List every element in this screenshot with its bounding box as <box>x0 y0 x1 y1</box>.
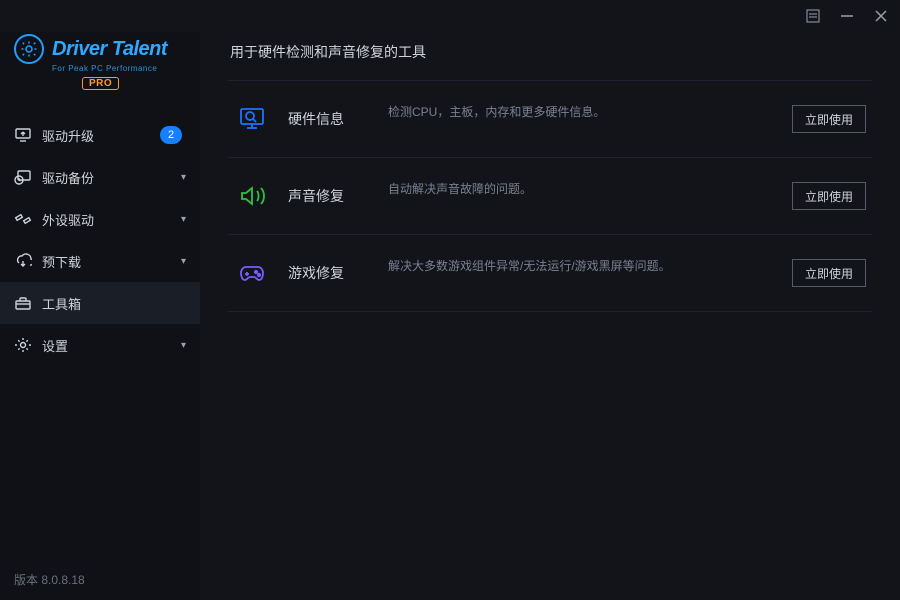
peripheral-icon <box>14 210 32 228</box>
app-name: Driver Talent <box>52 38 167 61</box>
tool-row-game-fix: 游戏修复 解决大多数游戏组件异常/无法运行/游戏黑屏等问题。 立即使用 <box>228 234 872 312</box>
use-now-button[interactable]: 立即使用 <box>792 105 866 133</box>
download-cloud-icon <box>14 252 32 270</box>
version-label: 版本 8.0.8.18 <box>0 559 200 600</box>
tool-name: 游戏修复 <box>288 263 388 283</box>
hardware-info-icon <box>234 101 270 137</box>
chevron-down-icon: ▾ <box>181 340 186 351</box>
toolbox-icon <box>14 294 32 312</box>
chevron-down-icon: ▾ <box>181 172 186 183</box>
use-now-button[interactable]: 立即使用 <box>792 259 866 287</box>
tool-desc: 解决大多数游戏组件异常/无法运行/游戏黑屏等问题。 <box>388 257 792 274</box>
sidebar-item-peripheral[interactable]: 外设驱动 ▾ <box>0 198 200 240</box>
monitor-up-icon <box>14 126 32 144</box>
tool-row-hardware-info: 硬件信息 检测CPU，主板，内存和更多硬件信息。 立即使用 <box>228 80 872 157</box>
app-tagline: For Peak PC Performance <box>52 64 157 73</box>
tool-name: 声音修复 <box>288 186 388 206</box>
tool-row-sound-fix: 声音修复 自动解决声音故障的问题。 立即使用 <box>228 157 872 234</box>
chevron-down-icon: ▾ <box>181 214 186 225</box>
nav: 驱动升级 2 驱动备份 ▾ 外设驱动 ▾ <box>0 114 200 366</box>
menu-icon[interactable] <box>804 7 822 25</box>
close-button[interactable] <box>872 7 890 25</box>
titlebar <box>0 0 900 32</box>
gear-logo-icon <box>14 34 44 64</box>
sidebar-item-label: 预下载 <box>42 252 175 271</box>
gear-icon <box>14 336 32 354</box>
use-now-button[interactable]: 立即使用 <box>792 182 866 210</box>
sound-fix-icon <box>234 178 270 214</box>
chevron-down-icon: ▾ <box>181 256 186 267</box>
logo: Driver Talent For Peak PC Performance PR… <box>0 32 200 104</box>
sidebar-item-label: 驱动升级 <box>42 126 156 145</box>
main-panel: 用于硬件检测和声音修复的工具 硬件信息 检测CPU，主板，内存和更多硬件信息。 … <box>200 32 900 600</box>
sidebar-item-label: 设置 <box>42 336 175 355</box>
minimize-button[interactable] <box>838 7 856 25</box>
pro-badge: PRO <box>82 77 119 90</box>
tool-desc: 检测CPU，主板，内存和更多硬件信息。 <box>388 103 792 120</box>
sidebar-item-driver-backup[interactable]: 驱动备份 ▾ <box>0 156 200 198</box>
sidebar-item-label: 工具箱 <box>42 294 186 313</box>
sidebar-item-settings[interactable]: 设置 ▾ <box>0 324 200 366</box>
sidebar: Driver Talent For Peak PC Performance PR… <box>0 32 200 600</box>
clock-monitor-icon <box>14 168 32 186</box>
sidebar-item-label: 驱动备份 <box>42 168 175 187</box>
game-fix-icon <box>234 255 270 291</box>
sidebar-item-toolbox[interactable]: 工具箱 <box>0 282 200 324</box>
sidebar-item-label: 外设驱动 <box>42 210 175 229</box>
sidebar-item-predownload[interactable]: 预下载 ▾ <box>0 240 200 282</box>
sidebar-item-driver-update[interactable]: 驱动升级 2 <box>0 114 200 156</box>
tool-name: 硬件信息 <box>288 109 388 129</box>
update-count-badge: 2 <box>160 126 182 144</box>
page-title: 用于硬件检测和声音修复的工具 <box>228 42 872 62</box>
tool-desc: 自动解决声音故障的问题。 <box>388 180 792 197</box>
